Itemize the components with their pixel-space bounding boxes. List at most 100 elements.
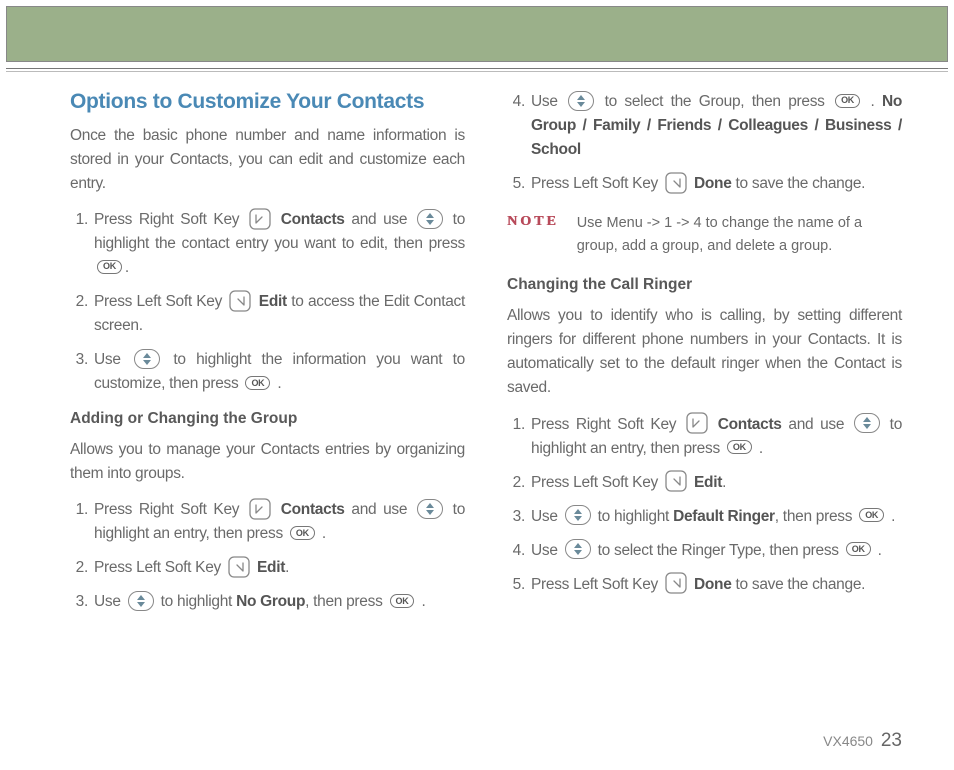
ok-key-icon [97,260,122,274]
left-soft-key-icon [229,290,251,312]
text: Press Left Soft Key [531,175,662,192]
ok-key-icon [846,542,871,556]
ok-key-icon [835,94,860,108]
left-soft-key-icon [665,470,687,492]
header-bar [6,6,948,62]
nav-key-icon [565,505,591,525]
subsection-heading: Adding or Changing the Group [70,410,465,428]
bold-text: Edit [253,559,285,576]
text: Press Left Soft Key [94,293,226,310]
step-2: Press Left Soft Key Edit. [529,471,902,495]
text: , then press [775,508,856,525]
text: Press Left Soft Key [94,559,225,576]
text: Press Right Soft Key [94,211,246,228]
text: to save the change. [732,576,866,593]
bold-text: Done [690,576,732,593]
text: . [125,259,129,276]
text: . [887,508,895,525]
text: . [273,375,281,392]
step-3: Use to highlight the information you wan… [92,348,465,396]
text: Use [94,351,131,368]
text: Use [531,508,562,525]
text: to select the Ringer Type, then press [594,542,843,559]
text: Press Right Soft Key [531,416,683,433]
bold-text: Contacts [274,501,345,518]
subsection-intro: Allows you to identify who is calling, b… [507,304,902,400]
text: Press Left Soft Key [531,474,662,491]
text: to highlight [157,593,236,610]
text: . [722,474,726,491]
nav-key-icon [854,413,880,433]
text: Press Left Soft Key [531,576,662,593]
step-1: Press Right Soft Key Contacts and use to… [529,413,902,461]
bold-text: Done [690,175,732,192]
nav-key-icon [134,349,160,369]
note-label: NOTE [507,214,559,230]
text: . [755,440,763,457]
group-steps-cont: Use to select the Group, then press . No… [507,90,902,196]
step-4: Use to select the Group, then press . No… [529,90,902,162]
nav-key-icon [417,209,443,229]
ringer-steps: Press Right Soft Key Contacts and use to… [507,413,902,597]
step-5: Press Left Soft Key Done to save the cha… [529,573,902,597]
page-footer: VX4650 23 [823,730,902,752]
bold-text: Edit [690,474,722,491]
nav-key-icon [417,499,443,519]
text: , then press [305,593,386,610]
model-number: VX4650 [823,733,873,749]
nav-key-icon [568,91,594,111]
right-soft-key-icon [686,412,708,434]
divider [6,68,948,69]
step-5: Press Left Soft Key Done to save the cha… [529,172,902,196]
right-soft-key-icon [249,208,271,230]
text: to select the Group, then press [597,93,832,110]
step-3: Use to highlight Default Ringer, then pr… [529,505,902,529]
nav-key-icon [565,539,591,559]
main-steps: Press Right Soft Key Contacts and use to… [70,208,465,396]
text: and use [345,501,414,518]
left-soft-key-icon [228,556,250,578]
step-2: Press Left Soft Key Edit. [92,556,465,580]
bold-text: Edit [254,293,286,310]
text: to highlight [594,508,673,525]
text: Use [531,93,565,110]
step-1: Press Right Soft Key Contacts and use to… [92,498,465,546]
text: . [318,525,326,542]
section-heading: Options to Customize Your Contacts [70,90,465,114]
bold-text: No Group [236,593,305,610]
left-soft-key-icon [665,572,687,594]
bold-text: Default Ringer [673,508,775,525]
left-column: Options to Customize Your Contacts Once … [70,90,465,628]
text: . [417,593,425,610]
step-2: Press Left Soft Key Edit to access the E… [92,290,465,338]
text: . [863,93,882,110]
group-steps: Press Right Soft Key Contacts and use to… [70,498,465,614]
text: and use [782,416,851,433]
text: . [874,542,882,559]
page-number: 23 [881,730,902,751]
bold-text: Contacts [711,416,782,433]
ok-key-icon [390,594,415,608]
text: to save the change. [732,175,866,192]
section-intro: Once the basic phone number and name inf… [70,124,465,196]
step-3: Use to highlight No Group, then press . [92,590,465,614]
subsection-heading: Changing the Call Ringer [507,276,902,294]
text: . [285,559,289,576]
note-text: Use Menu -> 1 -> 4 to change the name of… [577,212,902,258]
note-block: NOTE Use Menu -> 1 -> 4 to change the na… [507,212,902,258]
text: Press Right Soft Key [94,501,246,518]
bold-text: Contacts [274,211,345,228]
left-soft-key-icon [665,172,687,194]
ok-key-icon [859,508,884,522]
right-column: Use to select the Group, then press . No… [507,90,902,628]
step-4: Use to select the Ringer Type, then pres… [529,539,902,563]
step-1: Press Right Soft Key Contacts and use to… [92,208,465,280]
nav-key-icon [128,591,154,611]
text: Use [531,542,562,559]
subsection-intro: Allows you to manage your Contacts entri… [70,438,465,486]
right-soft-key-icon [249,498,271,520]
text: and use [345,211,414,228]
ok-key-icon [727,440,752,454]
text: Use [94,593,125,610]
ok-key-icon [245,376,270,390]
